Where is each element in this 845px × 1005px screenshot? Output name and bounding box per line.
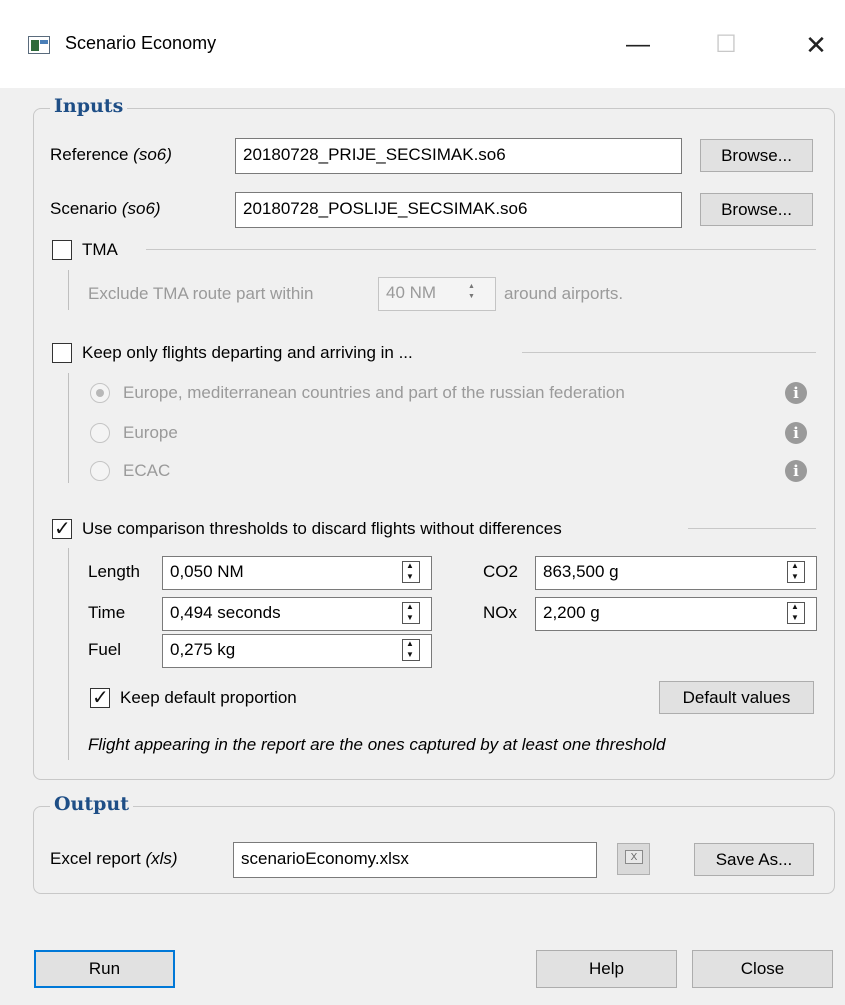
time-input[interactable]: 0,494 seconds — [162, 597, 432, 631]
length-stepper[interactable] — [402, 561, 420, 583]
close-icon[interactable]: ✕ — [796, 28, 836, 62]
keep-only-label: Keep only flights departing and arriving… — [82, 343, 413, 362]
keep-proportion-label: Keep default proportion — [120, 688, 297, 707]
scenario-input[interactable]: 20180728_POSLIJE_SECSIMAK.so6 — [235, 192, 682, 228]
fuel-label: Fuel — [88, 640, 122, 659]
fuel-stepper[interactable] — [402, 639, 420, 661]
nox-label: NOx — [483, 603, 517, 622]
output-group-title: Output — [50, 793, 134, 815]
tma-exclude-label: Exclude TMA route part within — [88, 284, 314, 303]
tma-label: TMA — [82, 240, 118, 259]
keep-only-checkbox[interactable] — [52, 343, 72, 363]
reference-input[interactable]: 20180728_PRIJE_SECSIMAK.so6 — [235, 138, 682, 174]
region-radio-ecac[interactable] — [90, 461, 110, 481]
excel-file-icon[interactable]: X — [617, 843, 650, 875]
minimize-icon[interactable]: — — [618, 28, 658, 62]
window-title: Scenario Economy — [65, 33, 217, 53]
app-icon — [28, 36, 50, 54]
tma-indent-line — [68, 270, 69, 310]
reference-browse-button[interactable]: Browse... — [700, 139, 813, 172]
tma-separator — [146, 249, 816, 250]
keep-proportion-checkbox[interactable] — [90, 685, 110, 710]
thresholds-indent-line — [68, 548, 69, 760]
close-button[interactable]: Close — [692, 950, 833, 988]
co2-stepper[interactable] — [787, 561, 805, 583]
help-button[interactable]: Help — [536, 950, 677, 988]
info-icon[interactable]: i — [785, 422, 807, 444]
info-icon[interactable]: i — [785, 382, 807, 404]
scenario-hint: (so6) — [121, 199, 161, 218]
co2-input[interactable]: 863,500 g — [535, 556, 817, 590]
reference-label: Reference (so6) — [50, 145, 172, 164]
region-radio-europe[interactable] — [90, 423, 110, 443]
thresholds-checkbox[interactable] — [52, 516, 72, 541]
maximize-icon[interactable]: ☐ — [706, 28, 746, 62]
save-as-button[interactable]: Save As... — [694, 843, 814, 876]
time-stepper[interactable] — [402, 602, 420, 624]
region-label-europe-med: Europe, mediterranean countries and part… — [123, 383, 625, 402]
run-button[interactable]: Run — [34, 950, 175, 988]
keep-only-indent-line — [68, 373, 69, 483]
nox-stepper[interactable] — [787, 602, 805, 624]
thresholds-note: Flight appearing in the report are the o… — [88, 735, 666, 754]
default-values-button[interactable]: Default values — [659, 681, 814, 714]
inputs-group-title: Inputs — [50, 95, 128, 117]
tma-checkbox[interactable] — [52, 240, 72, 260]
scenario-label: Scenario (so6) — [50, 199, 161, 218]
time-label: Time — [88, 603, 126, 622]
region-radio-europe-med[interactable] — [90, 383, 110, 403]
region-label-ecac: ECAC — [123, 461, 171, 480]
excel-input[interactable]: scenarioEconomy.xlsx — [233, 842, 597, 878]
tma-around-label: around airports. — [504, 284, 624, 303]
thresholds-label: Use comparison thresholds to discard fli… — [82, 519, 562, 538]
scenario-browse-button[interactable]: Browse... — [700, 193, 813, 226]
length-input[interactable]: 0,050 NM — [162, 556, 432, 590]
length-label: Length — [88, 562, 140, 581]
tma-distance-stepper[interactable] — [465, 283, 483, 304]
thresholds-separator — [688, 528, 816, 529]
fuel-input[interactable]: 0,275 kg — [162, 634, 432, 668]
region-label-europe: Europe — [123, 423, 178, 442]
excel-label: Excel report (xls) — [50, 849, 178, 868]
info-icon[interactable]: i — [785, 460, 807, 482]
co2-label: CO2 — [483, 562, 518, 581]
keep-only-separator — [522, 352, 816, 353]
excel-hint: (xls) — [145, 849, 178, 868]
reference-hint: (so6) — [133, 145, 172, 164]
nox-input[interactable]: 2,200 g — [535, 597, 817, 631]
